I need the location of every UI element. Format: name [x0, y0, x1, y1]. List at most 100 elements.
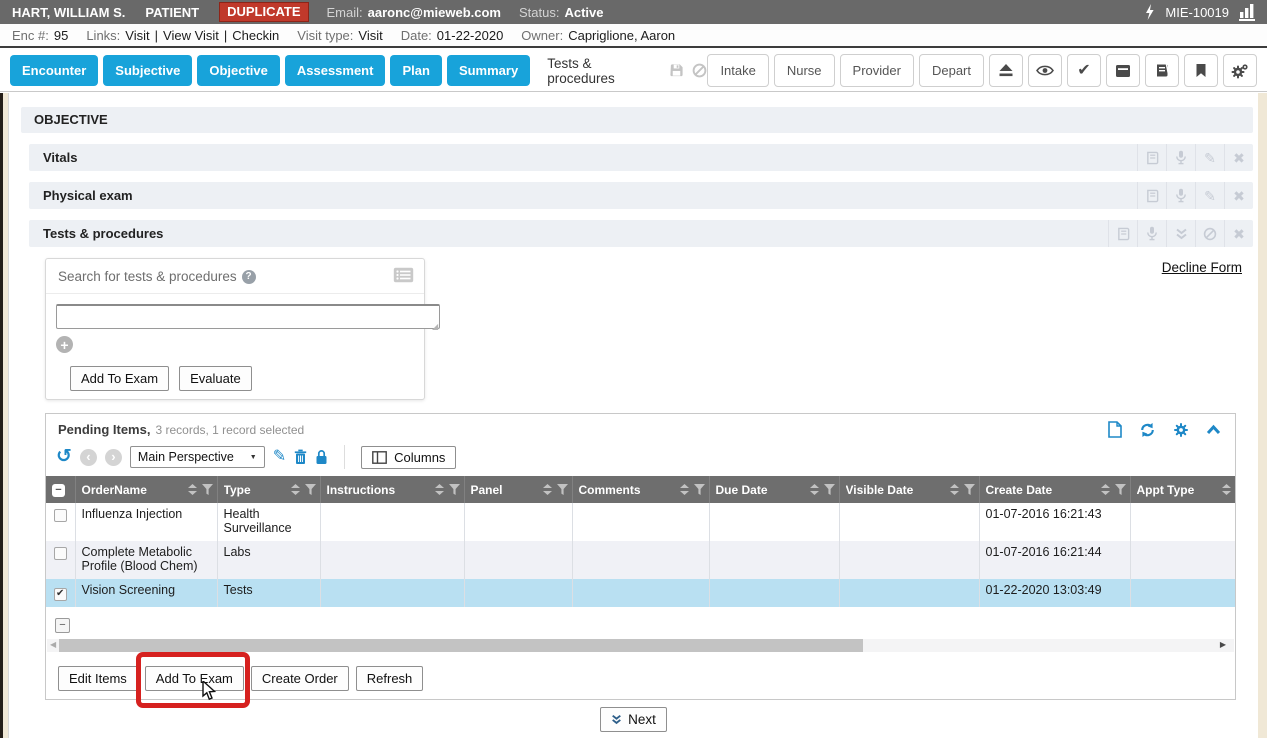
close-icon[interactable]: ✖	[1224, 220, 1253, 247]
provider-button[interactable]: Provider	[840, 54, 914, 87]
close-icon[interactable]: ✖	[1224, 144, 1253, 171]
filter-funnel-icon[interactable]	[824, 484, 835, 495]
tab-subjective[interactable]: Subjective	[103, 55, 192, 86]
sort-icon[interactable]	[1101, 484, 1110, 495]
intake-button[interactable]: Intake	[707, 54, 768, 87]
add-to-exam-button[interactable]: Add To Exam	[145, 666, 244, 691]
perspective-forward-icon[interactable]: ›	[105, 449, 122, 466]
filter-funnel-icon[interactable]	[964, 484, 975, 495]
collapse-chevron-up-icon[interactable]	[1206, 424, 1221, 436]
no-sign-icon[interactable]	[1195, 220, 1224, 247]
edit-pencil-icon[interactable]: ✎	[1195, 182, 1224, 209]
link-visit[interactable]: Visit	[125, 28, 149, 43]
tab-summary[interactable]: Summary	[447, 55, 530, 86]
perspective-back-icon[interactable]: ‹	[80, 449, 97, 466]
row-checkbox[interactable]	[54, 509, 67, 522]
settings-button[interactable]	[1223, 54, 1257, 87]
scroll-left-arrow[interactable]: ◀	[50, 640, 56, 649]
cancel-icon[interactable]	[692, 63, 707, 78]
horizontal-scrollbar[interactable]: ◀ ▶	[47, 639, 1234, 652]
depart-button[interactable]: Depart	[919, 54, 984, 87]
decline-form-link[interactable]: Decline Form	[1162, 260, 1242, 275]
section-tests-procedures[interactable]: Tests & procedures ✖	[29, 220, 1253, 247]
tab-encounter[interactable]: Encounter	[10, 55, 98, 86]
add-row-plus-icon[interactable]: +	[56, 336, 73, 353]
duplicate-badge[interactable]: DUPLICATE	[219, 2, 308, 22]
bookmark-button[interactable]	[1184, 54, 1218, 87]
archive-button[interactable]	[1106, 54, 1140, 87]
documents-button[interactable]	[1145, 54, 1179, 87]
refresh-button[interactable]: Refresh	[356, 666, 424, 691]
help-icon[interactable]: ?	[242, 270, 256, 284]
cell-visible-date	[839, 503, 979, 541]
section-vitals[interactable]: Vitals ✎ ✖	[29, 144, 1253, 171]
book-icon[interactable]	[1137, 182, 1166, 209]
dropdown-arrow-icon: ▼	[250, 454, 257, 461]
filter-funnel-icon[interactable]	[694, 484, 705, 495]
tab-assessment[interactable]: Assessment	[285, 55, 386, 86]
book-icon[interactable]	[1108, 220, 1137, 247]
new-document-icon[interactable]	[1108, 421, 1122, 438]
microphone-icon[interactable]	[1137, 220, 1166, 247]
section-physical-exam[interactable]: Physical exam ✎ ✖	[29, 182, 1253, 209]
col-comments: Comments	[579, 483, 641, 497]
eye-button[interactable]	[1028, 54, 1062, 87]
edit-pencil-icon[interactable]: ✎	[1195, 144, 1224, 171]
edit-items-button[interactable]: Edit Items	[58, 666, 138, 691]
scrollbar-thumb[interactable]	[59, 639, 863, 652]
filter-funnel-icon[interactable]	[305, 484, 316, 495]
cell-panel	[464, 541, 572, 579]
delete-perspective-trash-icon[interactable]	[294, 449, 307, 465]
sort-icon[interactable]	[291, 484, 300, 495]
nurse-button[interactable]: Nurse	[774, 54, 835, 87]
create-order-button[interactable]: Create Order	[251, 666, 349, 691]
eject-button[interactable]	[989, 54, 1023, 87]
collapse-group-button[interactable]: −	[55, 618, 70, 633]
sort-icon[interactable]	[188, 484, 197, 495]
filter-funnel-icon[interactable]	[557, 484, 568, 495]
link-checkin[interactable]: Checkin	[232, 28, 279, 43]
book-icon[interactable]	[1137, 144, 1166, 171]
tab-objective[interactable]: Objective	[197, 55, 280, 86]
lock-perspective-icon[interactable]	[315, 449, 328, 465]
pending-items-title: Pending Items,	[58, 422, 150, 437]
filter-funnel-icon[interactable]	[1115, 484, 1126, 495]
patient-status: Active	[564, 5, 603, 20]
add-to-exam-button-search[interactable]: Add To Exam	[70, 366, 169, 391]
microphone-icon[interactable]	[1166, 182, 1195, 209]
resize-corner-icon[interactable]: ◢	[432, 322, 438, 331]
select-all-checkbox[interactable]: −	[52, 484, 65, 497]
sort-icon[interactable]	[543, 484, 552, 495]
columns-button[interactable]: Columns	[361, 446, 456, 469]
table-row[interactable]: Complete Metabolic Profile (Blood Chem) …	[46, 541, 1235, 579]
scroll-right-arrow[interactable]: ▶	[1220, 640, 1226, 649]
grid-settings-gear-icon[interactable]	[1173, 422, 1189, 438]
perspective-select[interactable]: Main Perspective ▼	[130, 446, 265, 468]
sort-icon[interactable]	[950, 484, 959, 495]
table-row-selected[interactable]: ✔ Vision Screening Tests 01-22-2020 13:0…	[46, 579, 1235, 607]
row-checkbox[interactable]	[54, 547, 67, 560]
sort-icon[interactable]	[810, 484, 819, 495]
sign-off-button[interactable]: ✔	[1067, 54, 1101, 87]
close-icon[interactable]: ✖	[1224, 182, 1253, 209]
filter-funnel-icon[interactable]	[449, 484, 460, 495]
tab-plan[interactable]: Plan	[390, 55, 441, 86]
edit-perspective-pencil-icon[interactable]: ✎	[273, 449, 286, 465]
link-view-visit[interactable]: View Visit	[163, 28, 219, 43]
list-picker-icon[interactable]	[393, 267, 414, 283]
chart-icon[interactable]	[1239, 4, 1255, 21]
evaluate-button[interactable]: Evaluate	[179, 366, 252, 391]
microphone-icon[interactable]	[1166, 144, 1195, 171]
sort-icon[interactable]	[680, 484, 689, 495]
reset-grid-icon[interactable]: ↺	[56, 450, 72, 464]
next-button[interactable]: Next	[600, 707, 667, 732]
refresh-icon[interactable]	[1139, 422, 1156, 438]
table-row[interactable]: Influenza Injection Health Surveillance …	[46, 503, 1235, 541]
search-input[interactable]	[56, 304, 440, 329]
save-icon[interactable]	[669, 63, 684, 78]
filter-funnel-icon[interactable]	[202, 484, 213, 495]
sort-icon[interactable]	[1222, 484, 1231, 495]
chevron-double-down-icon[interactable]	[1166, 220, 1195, 247]
sort-icon[interactable]	[435, 484, 444, 495]
row-checkbox-checked[interactable]: ✔	[54, 588, 67, 601]
